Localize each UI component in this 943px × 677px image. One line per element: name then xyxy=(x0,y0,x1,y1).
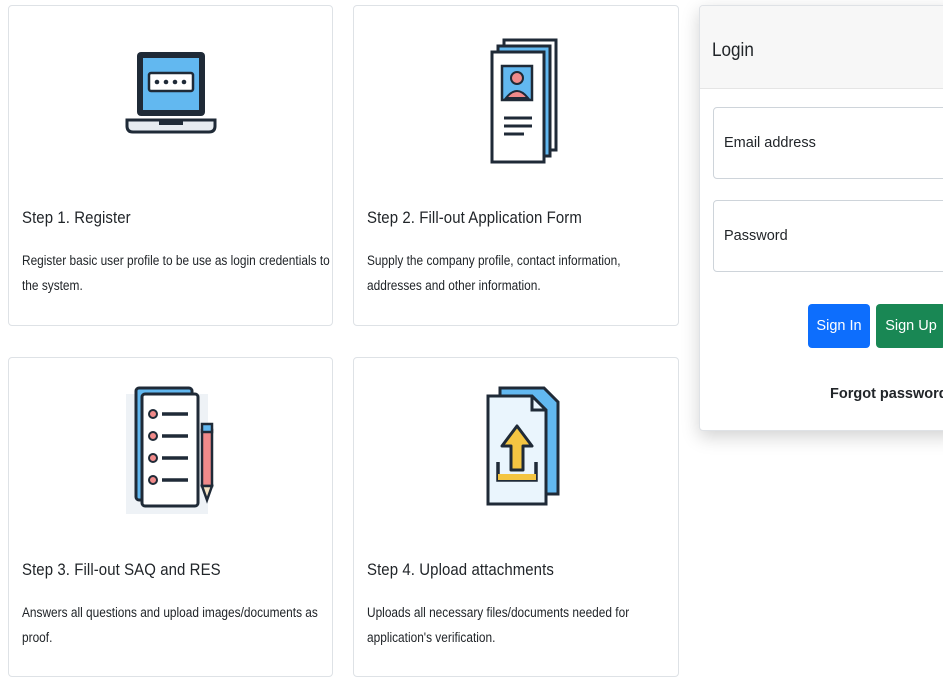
step-description: Answers all questions and upload images/… xyxy=(22,605,318,645)
step-title: Step 1. Register xyxy=(22,208,131,227)
password-input[interactable] xyxy=(724,201,943,271)
file-upload-icon xyxy=(354,386,678,512)
step-description: Register basic user profile to be use as… xyxy=(22,253,330,293)
laptop-password-icon xyxy=(9,40,332,160)
checklist-pencil-icon xyxy=(9,386,332,514)
step-title: Step 3. Fill-out SAQ and RES xyxy=(22,560,221,579)
step-card-saq-res: Step 3. Fill-out SAQ and RES Answers all… xyxy=(8,357,333,677)
step-title: Step 4. Upload attachments xyxy=(367,560,554,579)
forgot-password-link[interactable]: Forgot password? xyxy=(830,386,943,402)
id-document-icon xyxy=(354,38,678,164)
step-card-register: Step 1. Register Register basic user pro… xyxy=(8,5,333,326)
password-field[interactable] xyxy=(713,200,943,272)
email-field[interactable] xyxy=(713,107,943,179)
login-title: Login xyxy=(712,40,754,61)
login-panel: Login Sign In Sign Up Forgot password? xyxy=(699,5,943,431)
step-card-application-form: Step 2. Fill-out Application Form Supply… xyxy=(353,5,679,326)
step-card-upload: Step 4. Upload attachments Uploads all n… xyxy=(353,357,679,677)
email-input[interactable] xyxy=(724,108,943,178)
step-description: Uploads all necessary files/documents ne… xyxy=(367,605,630,645)
step-description: Supply the company profile, contact info… xyxy=(367,253,621,293)
step-title: Step 2. Fill-out Application Form xyxy=(367,208,582,227)
sign-in-button[interactable]: Sign In xyxy=(808,304,870,348)
sign-up-button[interactable]: Sign Up xyxy=(876,304,943,348)
login-header: Login xyxy=(700,6,943,89)
